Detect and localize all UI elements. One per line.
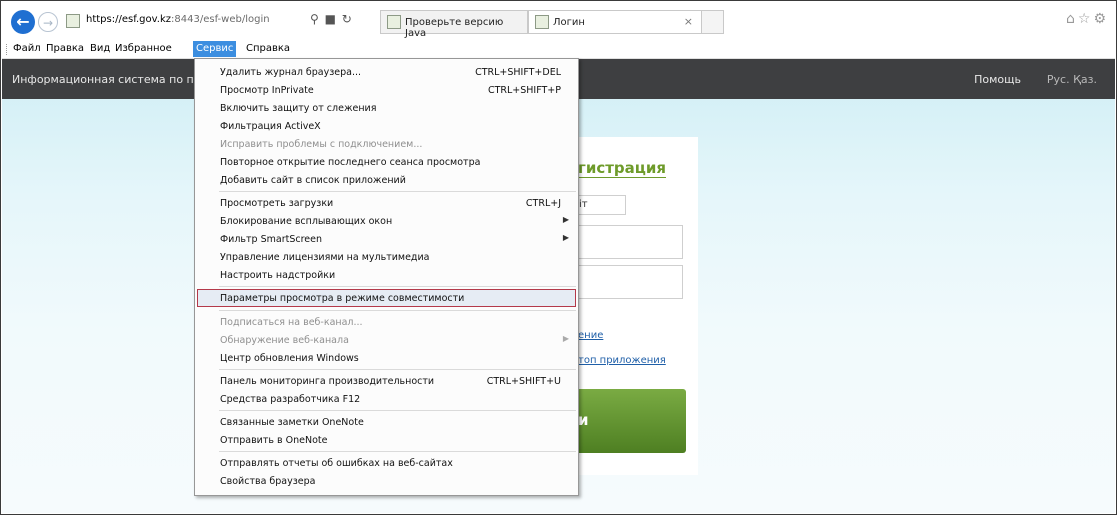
menu-edit[interactable]: Правка — [46, 43, 84, 54]
menu-item-reopen-session[interactable]: Повторное открытие последнего сеанса про… — [195, 153, 578, 171]
menu-item-send-onenote[interactable]: Отправить в OneNote — [195, 431, 578, 449]
menu-item-smartscreen[interactable]: Фильтр SmartScreen ▶ — [195, 230, 578, 248]
menu-separator — [219, 286, 576, 287]
menu-file[interactable]: Файл — [13, 43, 41, 54]
menu-separator — [219, 410, 576, 411]
language-switcher[interactable]: Рус. Қаз. — [1047, 73, 1097, 86]
favorites-star-icon[interactable]: ☆ — [1078, 11, 1094, 27]
tab-label: Логин — [553, 17, 585, 28]
menu-item-view-downloads[interactable]: Просмотреть загрузки CTRL+J — [195, 194, 578, 212]
close-tab-icon[interactable]: × — [684, 15, 693, 28]
menu-bar: Файл Правка Вид Избранное Сервис Справка — [2, 41, 1115, 59]
menu-item-add-site-apps[interactable]: Добавить сайт в список приложений — [195, 171, 578, 189]
address-bar-area: ← → https://esf.gov.kz:8443/esf-web/logi… — [2, 2, 1115, 41]
url-path: :8443/esf-web/login — [171, 14, 270, 25]
menu-item-subscribe-feed: Подписаться на веб-канал... — [220, 317, 363, 328]
site-favicon-icon — [66, 14, 80, 28]
password-field[interactable] — [578, 265, 683, 299]
login-favicon-icon — [535, 15, 549, 29]
menu-favorites[interactable]: Избранное — [115, 43, 172, 54]
menu-item-onenote-linked[interactable]: Связанные заметки OneNote — [195, 413, 578, 431]
new-tab-button[interactable] — [702, 10, 724, 34]
url-actions[interactable]: ⚲ ■ ↻ — [310, 12, 353, 26]
back-button[interactable]: ← — [11, 10, 35, 34]
submenu-arrow-icon: ▶ — [562, 233, 569, 242]
menu-item-compatibility-view-settings[interactable]: Параметры просмотра в режиме совместимос… — [197, 289, 576, 307]
lock-icon[interactable]: ■ — [325, 12, 337, 26]
menu-item-windows-update[interactable]: Центр обновления Windows — [195, 349, 578, 367]
login-button-label: и — [578, 411, 589, 429]
menu-item-tracking-protection[interactable]: Включить защиту от слежения — [195, 99, 578, 117]
menu-item-performance-dashboard[interactable]: Панель мониторинга производительности CTR… — [195, 372, 578, 390]
login-type-selector[interactable]: іт — [578, 195, 626, 215]
menu-item-popup-blocker[interactable]: Блокирование всплывающих окон ▶ — [195, 212, 578, 230]
home-icon[interactable]: ⌂ — [1066, 11, 1078, 27]
system-name: Информационная система по прие — [12, 73, 215, 86]
url-domain: https://esf.gov.kz — [86, 14, 172, 25]
browser-toolbar-icons: ⌂☆⚙ — [1066, 11, 1109, 27]
menu-item-manage-addons[interactable]: Настроить надстройки — [195, 266, 578, 284]
menu-help[interactable]: Справка — [246, 43, 290, 54]
login-title: гистрация — [578, 159, 667, 178]
submenu-arrow-icon: ▶ — [562, 215, 569, 224]
help-link[interactable]: Помощь — [974, 73, 1021, 86]
login-button[interactable]: и — [578, 389, 686, 453]
menu-item-media-licenses[interactable]: Управление лицензиями на мультимедиа — [195, 248, 578, 266]
login-link-2[interactable]: топ приложения — [578, 355, 666, 366]
menu-item-report-website-problems[interactable]: Отправлять отчеты об ошибках на веб-сайт… — [195, 454, 578, 472]
login-panel: гистрация іт ение топ приложения и — [578, 137, 698, 475]
menu-view[interactable]: Вид — [90, 43, 110, 54]
menu-item-activex-filtering[interactable]: Фильтрация ActiveX — [195, 117, 578, 135]
menu-item-internet-options[interactable]: Свойства браузера — [195, 472, 578, 490]
menu-item-fix-connection: Исправить проблемы с подключением... — [220, 139, 423, 150]
refresh-icon[interactable]: ↻ — [342, 12, 353, 26]
menu-separator — [219, 191, 576, 192]
login-field[interactable] — [578, 225, 683, 259]
browser-window: ← → https://esf.gov.kz:8443/esf-web/logi… — [0, 0, 1117, 515]
menubar-grip — [6, 44, 9, 55]
menu-item-feed-discovery: Обнаружение веб-канала ▶ — [220, 334, 569, 346]
forward-button[interactable]: → — [38, 12, 58, 32]
menu-separator — [219, 369, 576, 370]
menu-separator — [219, 310, 576, 311]
menu-tools[interactable]: Сервис — [193, 41, 237, 57]
menu-item-f12-tools[interactable]: Средства разработчика F12 — [195, 390, 578, 408]
login-link-1[interactable]: ение — [578, 330, 603, 341]
submenu-arrow-icon: ▶ — [562, 334, 569, 343]
tab-login[interactable]: Логин × — [528, 10, 702, 34]
menu-item-delete-history[interactable]: Удалить журнал браузера... CTRL+SHIFT+DEL — [195, 63, 578, 81]
menu-item-inprivate[interactable]: Просмотр InPrivate CTRL+SHIFT+P — [195, 81, 578, 99]
java-favicon-icon — [387, 15, 401, 29]
tab-label: Проверьте версию Java — [405, 17, 504, 39]
tools-menu: Удалить журнал браузера... CTRL+SHIFT+DEL… — [194, 58, 579, 496]
search-icon[interactable]: ⚲ — [310, 12, 320, 26]
gear-icon[interactable]: ⚙ — [1093, 11, 1109, 27]
tab-java[interactable]: Проверьте версию Java — [380, 10, 528, 39]
url-field[interactable]: https://esf.gov.kz:8443/esf-web/login — [86, 14, 270, 25]
menu-separator — [219, 451, 576, 452]
